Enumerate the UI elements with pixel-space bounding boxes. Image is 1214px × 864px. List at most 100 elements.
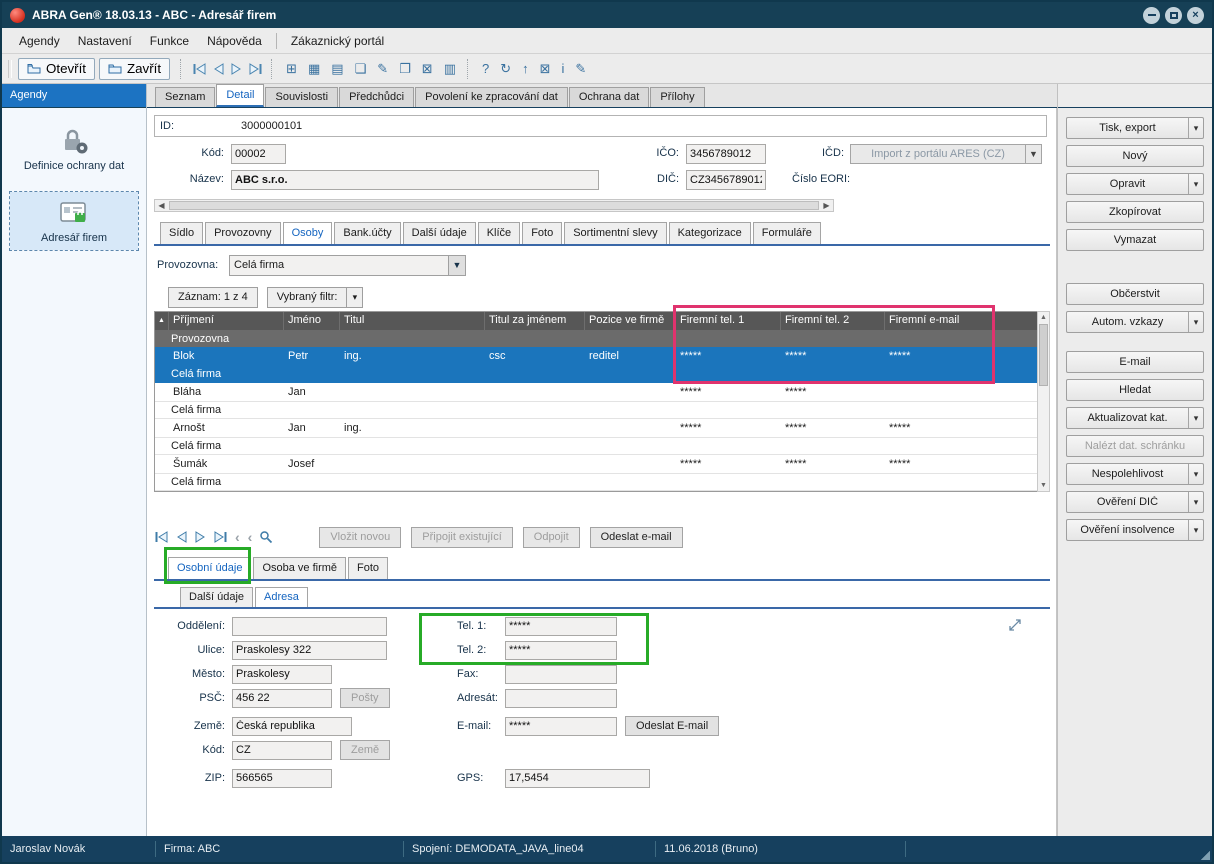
upload-document-icon[interactable]: ↑ (519, 62, 532, 75)
close-button[interactable]: × (1187, 6, 1204, 24)
odeslat-e-mail-button[interactable]: Odeslat E-mail (625, 716, 720, 736)
refresh-document-icon[interactable]: ↻ (497, 62, 514, 75)
open-button[interactable]: Otevřít (18, 57, 95, 80)
subgroup-row[interactable]: Celá firma (155, 438, 1037, 455)
tab-provozovny[interactable]: Provozovny (205, 222, 281, 244)
kod-input[interactable] (231, 144, 286, 164)
close-window-icon[interactable]: ⊠ (537, 62, 554, 75)
table-row[interactable]: Bláha Jan ***** ***** (155, 383, 1037, 402)
column-header-titul[interactable]: Titul (340, 312, 485, 330)
close-agenda-button[interactable]: Zavřít (99, 57, 171, 80)
document-icon[interactable]: ❏ (352, 62, 370, 75)
tab-dalsi-udaje[interactable]: Další údaje (180, 587, 254, 607)
dropdown-arrow-icon[interactable]: ▾ (1188, 492, 1203, 512)
tab-adresa[interactable]: Adresa (255, 587, 308, 607)
sort-ascending-icon[interactable]: ▲ (155, 312, 169, 330)
field-gps[interactable] (505, 768, 650, 788)
first-row-icon[interactable] (154, 531, 169, 543)
dropdown-arrow-icon[interactable]: ▾ (1188, 174, 1203, 194)
first-record-icon[interactable] (192, 62, 207, 75)
search-icon[interactable] (259, 530, 273, 544)
vertical-scrollbar[interactable]: ▲ ▼ (1037, 311, 1050, 492)
note-edit-icon[interactable]: ✎ (572, 62, 589, 75)
tab-kategorizace[interactable]: Kategorizace (668, 222, 751, 244)
tab-souvislosti[interactable]: Souvislosti (265, 87, 339, 107)
dropdown-arrow-icon[interactable]: ▾ (1188, 520, 1203, 540)
dic-input[interactable] (686, 170, 766, 190)
scrollbar-thumb[interactable] (1039, 324, 1048, 386)
field-psc[interactable] (232, 688, 332, 708)
dropdown-arrow-icon[interactable]: ▾ (1188, 464, 1203, 484)
action-zkopirovat-button[interactable]: Zkopírovat (1066, 201, 1204, 223)
ares-import-button[interactable]: Import z portálu ARES (CZ) ▼ (850, 144, 1042, 164)
tab-sortimentni-slevy[interactable]: Sortimentní slevy (564, 222, 667, 244)
column-header-titul-za-jmenem[interactable]: Titul za jménem (485, 312, 585, 330)
edit-document-icon[interactable]: ✎ (374, 62, 391, 75)
restore-button[interactable] (1165, 6, 1182, 24)
document-close-icon[interactable]: ⊠ (419, 62, 436, 75)
tab-foto[interactable]: Foto (522, 222, 563, 244)
provozovna-select[interactable]: Celá firma ▼ (229, 255, 466, 276)
column-header-firemni-e-mail[interactable]: Firemní e-mail (885, 312, 1038, 330)
menu-item-nastaveni[interactable]: Nastavení (69, 30, 141, 52)
field-oddeleni[interactable] (232, 616, 387, 636)
tab-formulare[interactable]: Formuláře (752, 222, 821, 244)
tab-seznam[interactable]: Seznam (155, 87, 216, 107)
tab-prilohy[interactable]: Přílohy (650, 87, 705, 107)
tab-detail[interactable]: Detail (216, 84, 265, 107)
previous-record-icon[interactable] (212, 62, 225, 75)
field-ulice[interactable] (232, 640, 387, 660)
action-tisk-export-button[interactable]: Tisk, export ▾ (1066, 117, 1204, 139)
column-header-jmeno[interactable]: Jméno (284, 312, 340, 330)
dropdown-arrow-icon[interactable]: ▾ (346, 288, 362, 307)
dropdown-arrow-icon[interactable]: ▼ (1025, 145, 1041, 163)
tab-sidlo[interactable]: Sídlo (160, 222, 204, 244)
group-row[interactable]: Provozovna (155, 330, 1037, 347)
scroll-right-icon[interactable]: ▶ (820, 200, 833, 211)
sidebar-item-adresar-firem[interactable]: Adresář firem (9, 191, 139, 251)
column-header-firemni-tel-2[interactable]: Firemní tel. 2 (781, 312, 885, 330)
filter-dropdown[interactable]: Vybraný filtr: ▾ (266, 287, 364, 308)
action-obcerstvit-button[interactable]: Občerstvit (1066, 283, 1204, 305)
minimize-button[interactable] (1143, 6, 1160, 24)
ico-input[interactable] (686, 144, 766, 164)
table-row[interactable]: Arnošt Jan ing. ***** ***** ***** (155, 419, 1037, 438)
dropdown-arrow-icon[interactable]: ▾ (1188, 312, 1203, 332)
column-header-prijmeni[interactable]: Příjmení (169, 312, 284, 330)
last-row-icon[interactable] (213, 531, 228, 543)
dropdown-arrow-icon[interactable]: ▾ (1188, 118, 1203, 138)
menu-item-napoveda[interactable]: Nápověda (198, 30, 271, 52)
field-adresat[interactable] (505, 688, 617, 708)
expand-panel-icon[interactable] (1008, 618, 1022, 635)
field-kod[interactable] (232, 740, 332, 760)
field-fax[interactable] (505, 664, 617, 684)
action-e-mail-button[interactable]: E-mail (1066, 351, 1204, 373)
tab-povoleni-ke-zpracovani-dat[interactable]: Povolení ke zpracování dat (415, 87, 568, 107)
tab-foto[interactable]: Foto (348, 557, 389, 579)
scroll-up-icon[interactable]: ▲ (1040, 312, 1047, 323)
subgroup-row[interactable]: Celá firma (155, 402, 1037, 419)
send-email-button[interactable]: Odeslat e-mail (589, 526, 683, 548)
tab-osobni-udaje[interactable]: Osobní údaje (168, 557, 252, 579)
chevron-left-icon[interactable]: ‹ (247, 529, 254, 545)
info-document-icon[interactable]: i (559, 62, 568, 75)
menu-item-zakaznicky-portal[interactable]: Zákaznický portál (282, 30, 393, 52)
action-autom-vzkazy-button[interactable]: Autom. vzkazy ▾ (1066, 311, 1204, 333)
column-header-firemni-tel-1[interactable]: Firemní tel. 1 (676, 312, 781, 330)
action-overeni-insolvence-button[interactable]: Ověření insolvence ▾ (1066, 519, 1204, 541)
field-e-mail[interactable] (505, 716, 617, 736)
scroll-down-icon[interactable]: ▼ (1040, 480, 1047, 491)
next-row-icon[interactable] (194, 531, 207, 543)
action-opravit-button[interactable]: Opravit ▾ (1066, 173, 1204, 195)
help-document-icon[interactable]: ? (479, 62, 492, 75)
tab-dalsi-udaje[interactable]: Další údaje (402, 222, 476, 244)
next-record-icon[interactable] (230, 62, 243, 75)
action-aktualizovat-kat-button[interactable]: Aktualizovat kat. ▾ (1066, 407, 1204, 429)
horizontal-scrollbar[interactable]: ◀ ▶ (154, 199, 834, 212)
table-add-icon[interactable]: ⊞ (283, 62, 300, 75)
print-icon[interactable]: ▤ (328, 62, 346, 75)
dropdown-arrow-icon[interactable]: ▾ (1188, 408, 1203, 428)
previous-row-icon[interactable] (175, 531, 188, 543)
field-zeme[interactable] (232, 716, 352, 736)
chevron-left-icon[interactable]: ‹ (234, 529, 241, 545)
